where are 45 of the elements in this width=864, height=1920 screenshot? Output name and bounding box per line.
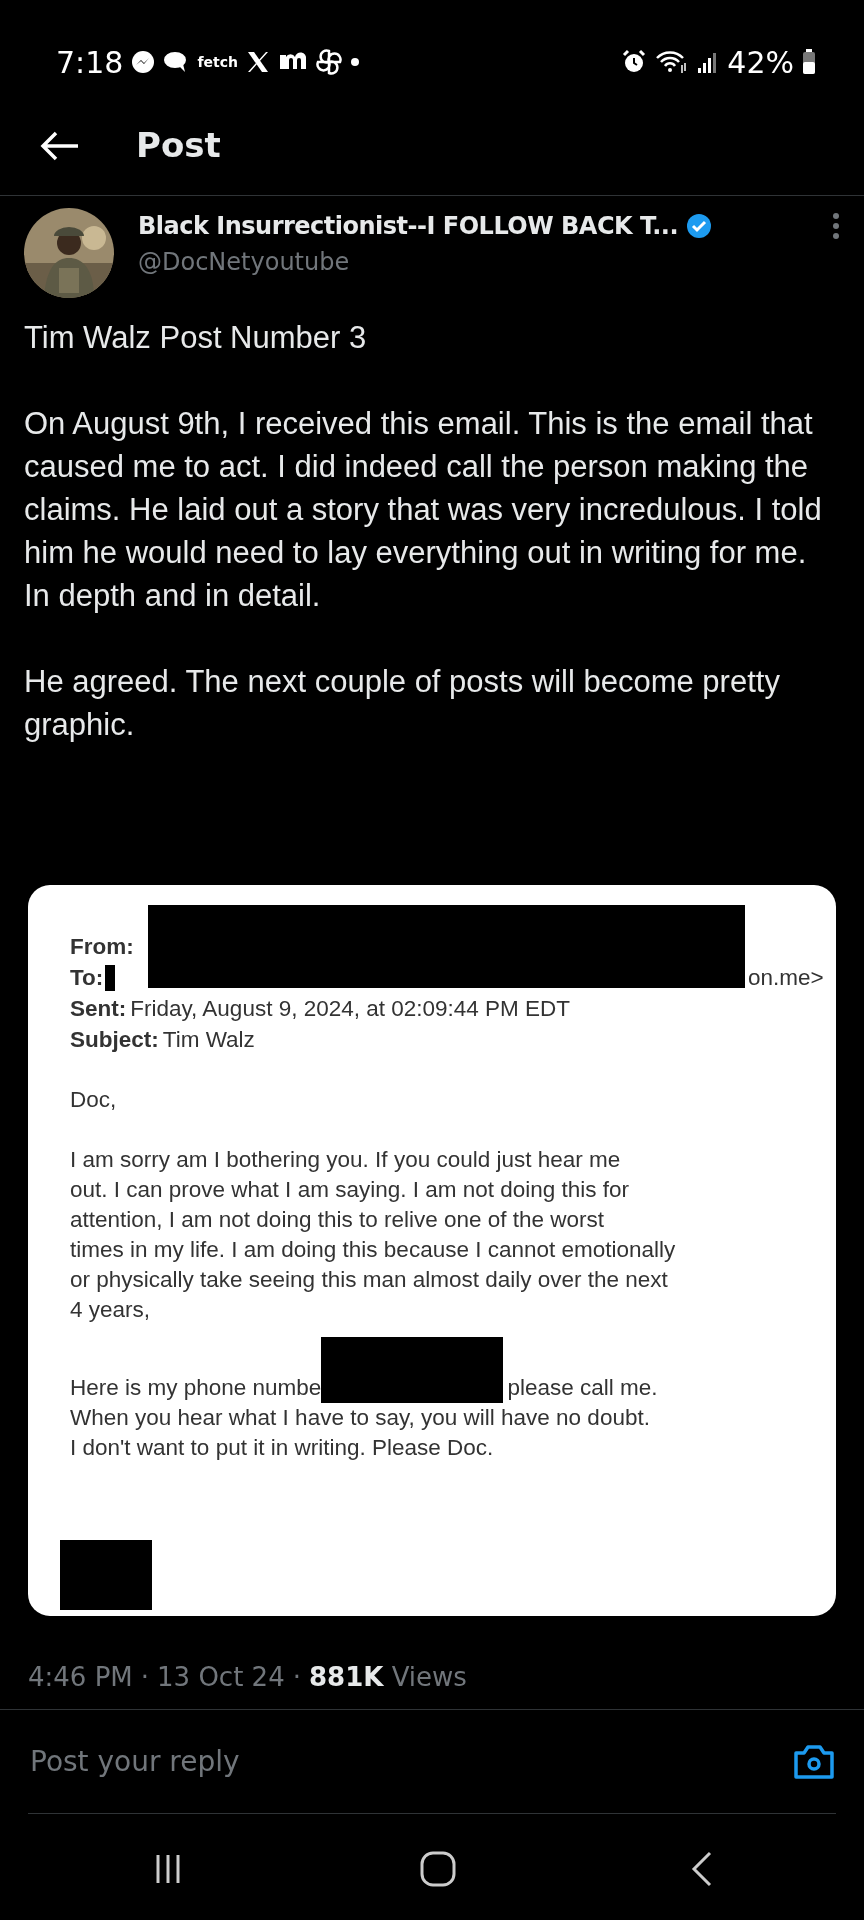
battery-icon <box>802 49 816 75</box>
email-text: 4 years, <box>70 1296 151 1324</box>
view-count: 881K Views <box>308 1661 467 1694</box>
pinwheel-icon <box>315 49 342 75</box>
email-text: or physically take seeing this man almost daily over the next <box>70 1266 668 1294</box>
field-label: To: <box>70 963 104 992</box>
author-handle[interactable]: @DocNetyoutube <box>138 244 840 280</box>
author-name[interactable]: Black Insurrectionist--I FOLLOW BACK T... <box>138 208 679 244</box>
page-title: Post <box>136 124 221 167</box>
email-text: please call me. <box>507 1374 658 1402</box>
app-label: fetch <box>197 52 238 72</box>
field-label: Sent: <box>70 994 127 1023</box>
more-icon[interactable] <box>832 212 840 240</box>
email-text: I am sorry am I bothering you. If you could just hear me <box>70 1146 621 1174</box>
post-time: 4:46 PM <box>28 1661 133 1694</box>
email-text: Here is my phone numbe <box>70 1374 322 1402</box>
field-label: From: <box>70 932 134 961</box>
field-value: on.me> <box>748 963 824 992</box>
post-paragraph: He agreed. The next couple of posts will become pretty graphic. <box>24 663 781 744</box>
separator-dot: · <box>292 1661 301 1694</box>
field-label: Subject: <box>70 1025 159 1054</box>
status-time: 7:18 <box>56 43 124 82</box>
email-text: When you hear what I have to say, you will have no doubt. <box>70 1404 650 1432</box>
alarm-icon <box>621 49 648 75</box>
separator-dot: · <box>140 1661 150 1694</box>
back-icon[interactable] <box>40 129 80 162</box>
dot-icon <box>349 57 360 67</box>
messenger-icon <box>131 50 156 74</box>
field-value: Friday, August 9, 2024, at 02:09:44 PM EDT <box>130 994 571 1023</box>
reply-field[interactable]: Post your reply <box>28 1739 628 1784</box>
email-text: I don't want to put it in writing. Please Doc. <box>70 1434 494 1462</box>
email-text: attention, I am not doing this to relive one of the worst <box>70 1206 605 1234</box>
email-text: times in my life. I am doing this because I cannot emotionally <box>70 1236 676 1264</box>
x-logo-icon <box>245 50 270 74</box>
field-value: Tim Walz <box>162 1025 255 1054</box>
back-nav-icon[interactable] <box>690 1850 714 1888</box>
email-screenshot[interactable] <box>28 885 836 1616</box>
battery-percent: 42% <box>727 43 794 82</box>
post-paragraph: Tim Walz Post Number 3 <box>24 319 368 357</box>
post-paragraph: On August 9th, I received this email. This is the email that caused me to act. I did indeed call the person making the claims. He laid out a story that was very incredulous. I told him he would need to lay everything out in writing for me. In depth and in detail. <box>24 405 823 615</box>
home-icon[interactable] <box>419 1850 457 1888</box>
camera-icon[interactable] <box>792 1742 836 1781</box>
email-greeting: Doc, <box>70 1086 117 1114</box>
email-text: out. I can prove what I am saying. I am not doing this for <box>70 1176 630 1204</box>
post-date: 13 Oct 24 <box>157 1661 285 1694</box>
